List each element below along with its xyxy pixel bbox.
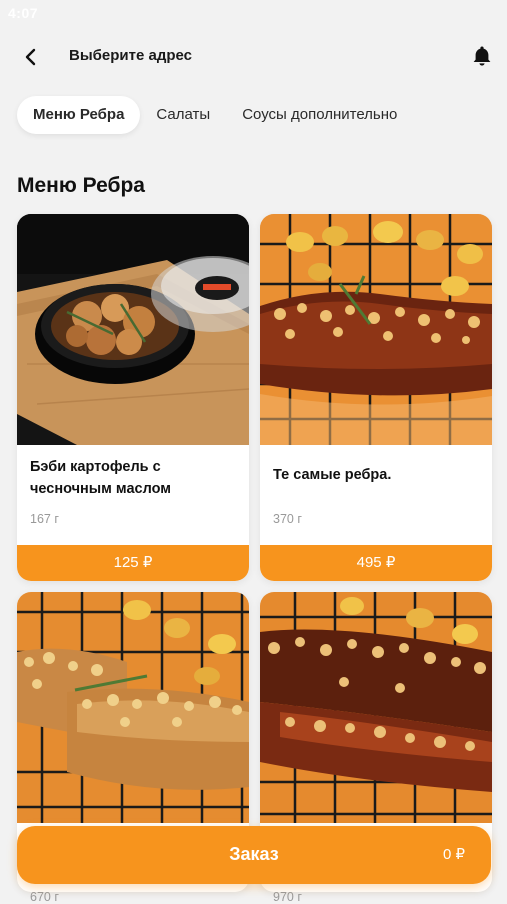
status-time: 4:07 [8, 5, 39, 21]
header: Выберите адрес [0, 30, 507, 86]
order-label: Заказ [229, 844, 279, 864]
status-bar: 4:07 [0, 0, 507, 28]
product-weight: 670 г [30, 890, 59, 904]
section-title: Меню Ребра [17, 174, 145, 197]
product-card[interactable]: Бэби картофель с чесночным маслом 167 г … [17, 214, 249, 581]
product-name: Бэби картофель с чесночным маслом [30, 459, 171, 497]
tab-menu-ribs[interactable]: Меню Ребра [17, 96, 141, 134]
product-name: Те самые ребра. [273, 467, 392, 483]
product-image [260, 214, 492, 445]
product-image [17, 214, 249, 445]
order-button[interactable]: Заказ 0 ₽ [17, 826, 491, 884]
add-to-cart-button[interactable]: 125 ₽ [17, 545, 249, 581]
product-weight: 370 г [273, 512, 302, 526]
chevron-left-icon [25, 48, 36, 66]
product-image [17, 592, 249, 823]
tab-salads[interactable]: Салаты [140, 96, 226, 134]
address-selector[interactable]: Выберите адрес [69, 47, 192, 64]
tab-sauces[interactable]: Соусы дополнительно [226, 96, 413, 134]
notifications-button[interactable] [466, 40, 498, 72]
product-weight: 970 г [273, 890, 302, 904]
product-weight: 167 г [30, 512, 59, 526]
product-image [260, 592, 492, 823]
order-total: 0 ₽ [442, 846, 465, 863]
add-to-cart-button[interactable]: 495 ₽ [260, 545, 492, 581]
back-button[interactable] [14, 40, 48, 74]
bell-icon [473, 46, 491, 66]
product-card[interactable]: Те самые ребра. 370 г 495 ₽ [260, 214, 492, 581]
category-tabs: Меню Ребра Салаты Соусы дополнительно [17, 96, 413, 134]
